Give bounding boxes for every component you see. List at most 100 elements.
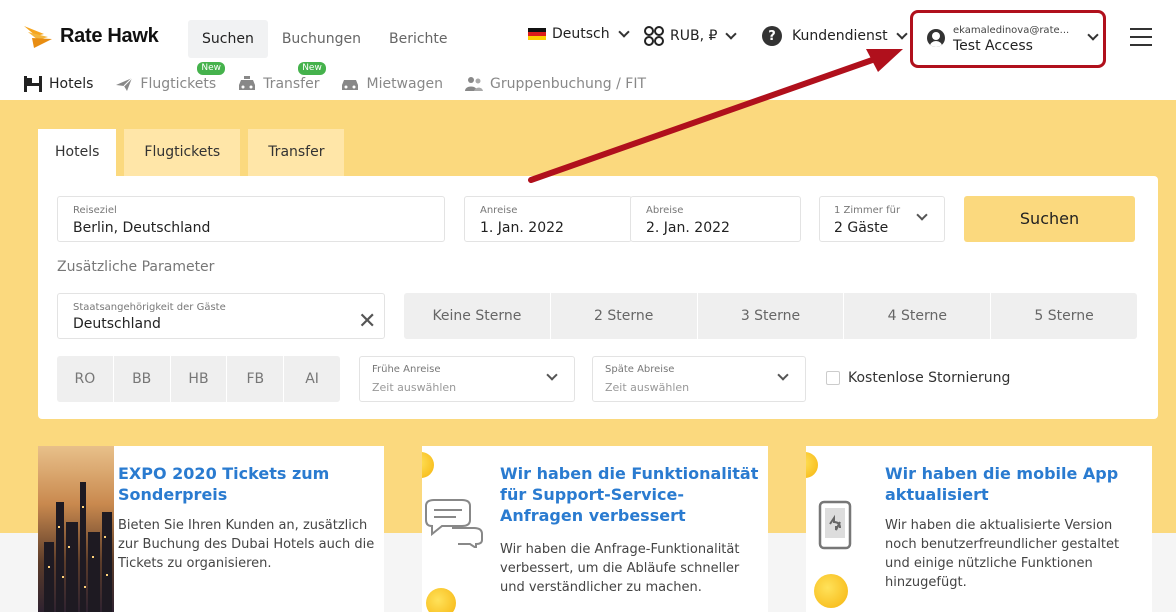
german-flag-icon [528,28,546,40]
guests-value: 2 Gäste [834,220,889,236]
checkout-field[interactable]: Abreise 2. Jan. 2022 [630,196,801,242]
new-badge: New [298,62,326,75]
checkout-label: Abreise [646,205,684,216]
support-label: Kundendienst [792,28,888,44]
late-checkout-select[interactable]: Späte Abreise Zeit auswählen [592,356,806,402]
chevron-down-icon [725,28,738,40]
checkout-value: 2. Jan. 2022 [646,220,730,236]
stars-option-none[interactable]: Keine Sterne [404,293,551,339]
guests-selector[interactable]: 1 Zimmer für 2 Gäste [819,196,945,242]
stars-option-2[interactable]: 2 Sterne [551,293,698,339]
early-checkin-placeholder: Zeit auswählen [372,381,457,394]
free-cancellation-checkbox[interactable] [826,371,840,385]
coins-icon [644,26,664,46]
news-card-support[interactable]: Wir haben die Funktionalität für Support… [422,446,768,612]
checkin-field[interactable]: Anreise 1. Jan. 2022 [464,196,632,242]
coin-decoration [814,574,848,608]
search-button[interactable]: Suchen [964,196,1135,242]
checkin-value: 1. Jan. 2022 [480,220,564,236]
product-nav: Hotels Flugtickets New Transfer New Miet… [0,62,1176,100]
chat-bubbles-icon [425,499,483,548]
stars-option-4[interactable]: 4 Sterne [844,293,992,339]
account-email: ekamaledinova@rate... [953,25,1070,36]
product-tab-car-rental[interactable]: Mietwagen [341,76,443,92]
meal-option-ro[interactable]: RO [57,356,114,402]
news-body: Bieten Sie Ihren Kunden an, zusätzlich z… [118,518,375,571]
search-tab-hotels[interactable]: Hotels [38,129,117,176]
news-card-mobile-app[interactable]: Wir haben die mobile App aktualisiert Wi… [806,446,1152,612]
chevron-down-icon [916,209,928,221]
star-rating-filter: Keine Sterne 2 Sterne 3 Sterne 4 Sterne … [404,293,1137,339]
nav-reports[interactable]: Berichte [375,20,462,58]
clear-citizenship-icon[interactable]: ✕ [358,311,376,333]
hotel-icon [24,76,42,92]
coin-decoration [806,452,818,478]
language-selector[interactable]: Deutsch [528,26,630,42]
product-tab-group-booking[interactable]: Gruppenbuchung / FIT [464,76,647,92]
product-tab-flights[interactable]: Flugtickets New [115,62,226,92]
meal-option-bb[interactable]: BB [114,356,171,402]
guests-label: 1 Zimmer für [834,205,901,216]
early-checkin-label: Frühe Anreise [372,364,441,375]
citizenship-value: Deutschland [73,316,161,332]
late-checkout-placeholder: Zeit auswählen [605,381,690,394]
chevron-down-icon [546,369,558,381]
product-tab-label: Mietwagen [366,76,443,92]
news-title[interactable]: EXPO 2020 Tickets zum Sonderpreis [118,463,368,505]
meal-option-hb[interactable]: HB [171,356,228,402]
main-nav: Suchen Buchungen Berichte [188,20,462,58]
meal-option-ai[interactable]: AI [284,356,340,402]
citizenship-label: Staatsangehörigkeit der Gäste [73,302,226,313]
checkin-label: Anreise [480,205,518,216]
free-cancellation-toggle[interactable]: Kostenlose Stornierung [826,370,1010,386]
stars-option-3[interactable]: 3 Sterne [698,293,845,339]
chevron-down-icon [617,26,630,38]
search-tab-flights[interactable]: Flugtickets [124,129,241,176]
new-badge: New [197,62,226,75]
plane-icon [115,76,133,92]
chevron-down-icon [895,28,908,40]
nav-search[interactable]: Suchen [188,20,268,58]
help-icon: ? [762,26,782,46]
news-body: Wir haben die aktualisierte Version noch… [885,518,1120,590]
dubai-skyline-image [38,446,114,612]
meal-option-fb[interactable]: FB [227,356,285,402]
product-tab-label: Gruppenbuchung / FIT [489,76,647,92]
search-tabs: Hotels Flugtickets Transfer [38,129,345,176]
meal-plan-filter: RO BB HB FB AI [57,356,340,402]
product-tab-transfer[interactable]: Transfer New [238,62,326,92]
product-tab-label: Flugtickets [140,76,217,92]
product-tab-hotels[interactable]: Hotels [24,76,93,92]
product-tab-label: Transfer [263,76,320,92]
free-cancellation-label: Kostenlose Stornierung [848,370,1011,386]
stars-option-5[interactable]: 5 Sterne [991,293,1137,339]
account-name: Test Access [953,38,1033,54]
search-tab-transfer[interactable]: Transfer [248,129,345,176]
top-header: Rate Hawk Suchen Buchungen Berichte Deut… [0,0,1176,68]
destination-field[interactable]: Reiseziel Berlin, Deutschland [57,196,445,242]
extra-parameters-heading: Zusätzliche Parameter [57,259,215,275]
destination-label: Reiseziel [73,205,117,216]
ratehawk-logo[interactable]: Rate Hawk [22,22,159,50]
car-icon [341,76,359,92]
coin-decoration [422,452,434,478]
coin-decoration [426,588,456,612]
currency-label: RUB, ₽ [670,28,718,44]
nav-bookings[interactable]: Buchungen [268,20,375,58]
chevron-down-icon [777,369,789,381]
early-checkin-select[interactable]: Frühe Anreise Zeit auswählen [359,356,575,402]
language-label: Deutsch [552,26,610,42]
citizenship-field[interactable]: Staatsangehörigkeit der Gäste Deutschlan… [57,293,385,339]
news-title[interactable]: Wir haben die Funktionalität für Support… [500,463,762,526]
account-menu[interactable]: ekamaledinova@rate... Test Access [910,10,1106,68]
group-icon [464,76,483,92]
destination-value: Berlin, Deutschland [73,220,211,236]
user-avatar-icon [927,29,945,47]
support-menu[interactable]: ? Kundendienst [762,26,908,46]
hamburger-menu-icon[interactable] [1130,28,1152,46]
news-card-expo[interactable]: EXPO 2020 Tickets zum Sonderpreis Bieten… [38,446,384,612]
currency-selector[interactable]: RUB, ₽ [644,26,738,46]
news-title[interactable]: Wir haben die mobile App aktualisiert [885,463,1145,505]
product-tab-label: Hotels [49,76,94,92]
news-body: Wir haben die Anfrage-Funktionalität ver… [500,542,740,595]
